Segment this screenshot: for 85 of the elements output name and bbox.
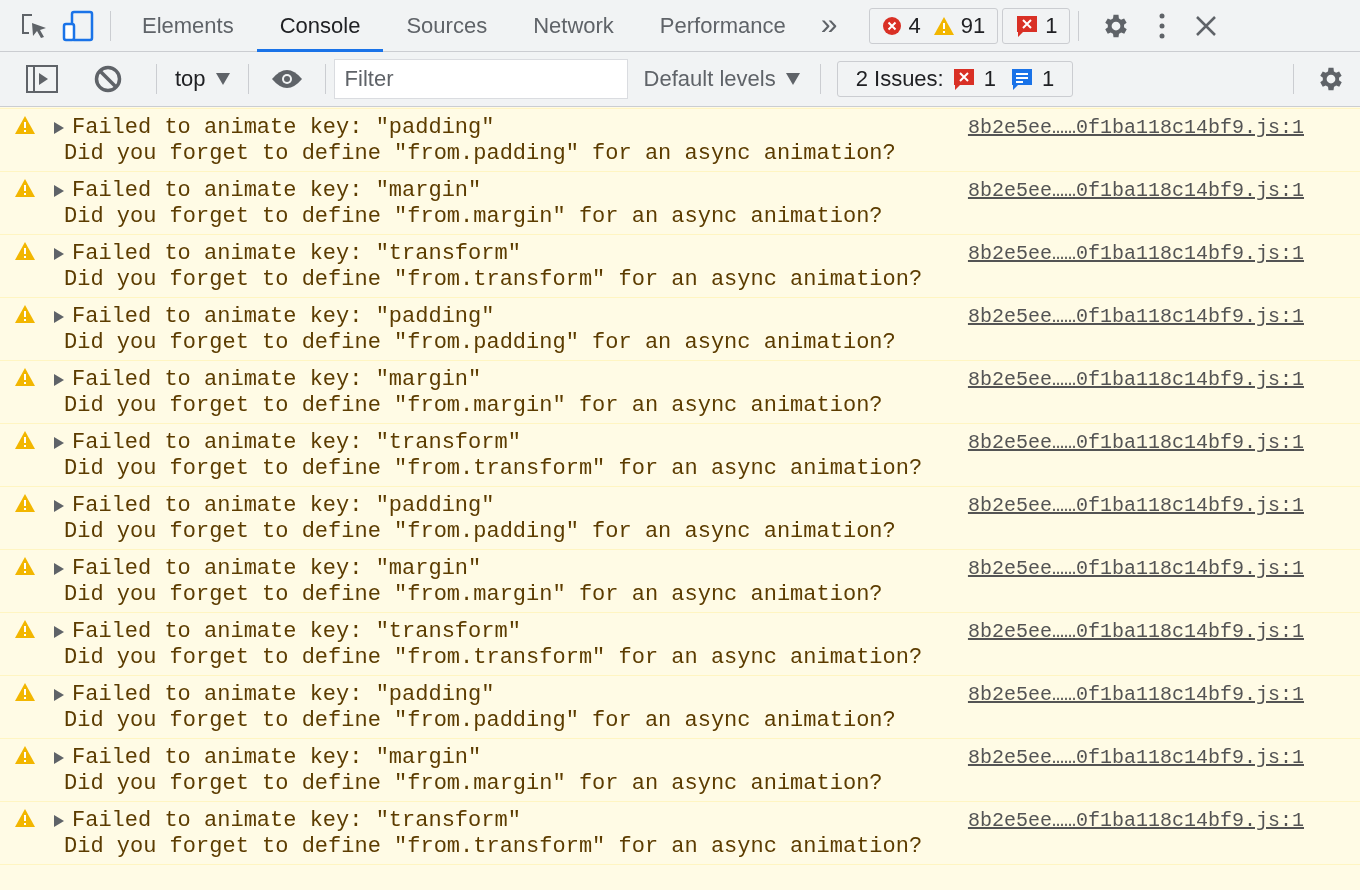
expand-triangle-icon[interactable] (54, 437, 64, 449)
panel-tab[interactable]: Performance (636, 0, 809, 52)
warning-detail: Did you forget to define "from.margin" for an async animation? (64, 582, 884, 608)
expand-triangle-icon[interactable] (54, 374, 64, 386)
warning-message: Failed to animate key: "transform" (72, 808, 521, 834)
caret-icon (215, 73, 230, 85)
error-icon (882, 15, 903, 36)
source-link[interactable]: 8b2e5ee……0f1ba118c14bf9.js:1 (967, 367, 1304, 423)
warning-message: Failed to animate key: "padding" (72, 304, 495, 330)
warning-message: Failed to animate key: "padding" (72, 493, 495, 519)
expand-triangle-icon[interactable] (54, 500, 64, 512)
warning-icon (14, 493, 36, 513)
clear-console-icon[interactable] (94, 65, 122, 93)
warning-icon (14, 808, 36, 828)
issue-error-icon (1015, 13, 1040, 38)
warning-icon (14, 682, 36, 702)
warning-detail: Did you forget to define "from.transform" for an async animation? (64, 267, 924, 293)
inspect-element-icon[interactable] (20, 11, 48, 40)
sidebar-toggle-icon[interactable] (26, 65, 58, 93)
issues-button[interactable]: 2 Issues: 1 1 (836, 61, 1074, 97)
expand-triangle-icon[interactable] (54, 248, 64, 260)
issue-info-icon (1009, 67, 1034, 91)
warning-message: Failed to animate key: "margin" (72, 556, 482, 582)
source-link[interactable]: 8b2e5ee……0f1ba118c14bf9.js:1 (967, 115, 1304, 171)
warning-icon (932, 15, 955, 36)
warning-detail: Did you forget to define "from.margin" for an async animation? (64, 204, 884, 230)
warning-detail: Did you forget to define "from.padding" for an async animation? (64, 519, 897, 545)
warning-message: Failed to animate key: "transform" (72, 241, 521, 267)
source-link[interactable]: 8b2e5ee……0f1ba118c14bf9.js:1 (967, 808, 1304, 864)
warning-detail: Did you forget to define "from.margin" for an async animation? (64, 771, 884, 797)
warning-detail: Did you forget to define "from.padding" for an async animation? (64, 141, 897, 167)
warning-icon (14, 430, 36, 450)
warning-detail: Did you forget to define "from.transform" for an async animation? (64, 645, 924, 671)
context-selector[interactable]: top (165, 66, 240, 92)
warning-icon (14, 619, 36, 639)
panel-tab[interactable]: Elements (119, 0, 257, 52)
expand-triangle-icon[interactable] (54, 311, 64, 323)
warning-detail: Did you forget to define "from.transform" for an async animation? (64, 834, 924, 860)
panel-tab[interactable]: Network (510, 0, 637, 52)
more-tabs-button[interactable]: » (808, 6, 850, 45)
warning-message: Failed to animate key: "padding" (72, 682, 495, 708)
source-link[interactable]: 8b2e5ee……0f1ba118c14bf9.js:1 (967, 493, 1304, 549)
expand-triangle-icon[interactable] (54, 563, 64, 575)
source-link[interactable]: 8b2e5ee……0f1ba118c14bf9.js:1 (967, 682, 1304, 738)
warning-message: Failed to animate key: "margin" (72, 745, 482, 771)
expand-triangle-icon[interactable] (54, 815, 64, 827)
warning-icon (14, 367, 36, 387)
warning-message: Failed to animate key: "padding" (72, 115, 495, 141)
warning-message: Failed to animate key: "margin" (72, 178, 482, 204)
live-expression-eye-icon[interactable] (270, 69, 303, 89)
source-link[interactable]: 8b2e5ee……0f1ba118c14bf9.js:1 (967, 619, 1304, 675)
source-link[interactable]: 8b2e5ee……0f1ba118c14bf9.js:1 (967, 241, 1304, 297)
source-link[interactable]: 8b2e5ee……0f1ba118c14bf9.js:1 (967, 556, 1304, 612)
warning-detail: Did you forget to define "from.transform" for an async animation? (64, 456, 924, 482)
expand-triangle-icon[interactable] (54, 122, 64, 134)
more-options-icon[interactable] (1159, 11, 1166, 40)
expand-triangle-icon[interactable] (54, 626, 64, 638)
source-link[interactable]: 8b2e5ee……0f1ba118c14bf9.js:1 (967, 178, 1304, 234)
error-warning-counter[interactable]: 4 91 (869, 7, 999, 44)
issue-error-icon (951, 67, 976, 91)
warning-icon (14, 556, 36, 576)
warning-message: Failed to animate key: "transform" (72, 619, 521, 645)
warning-detail: Did you forget to define "from.padding" for an async animation? (64, 708, 897, 734)
source-link[interactable]: 8b2e5ee……0f1ba118c14bf9.js:1 (967, 430, 1304, 486)
expand-triangle-icon[interactable] (54, 752, 64, 764)
warning-message: Failed to animate key: "transform" (72, 430, 521, 456)
warning-icon (14, 178, 36, 198)
close-icon[interactable] (1195, 14, 1218, 37)
warning-detail: Did you forget to define "from.padding" for an async animation? (64, 330, 897, 356)
expand-triangle-icon[interactable] (54, 689, 64, 701)
source-link[interactable]: 8b2e5ee……0f1ba118c14bf9.js:1 (967, 304, 1304, 360)
panel-tab[interactable]: Sources (383, 0, 511, 52)
source-link[interactable]: 8b2e5ee……0f1ba118c14bf9.js:1 (967, 745, 1304, 801)
warning-icon (14, 241, 36, 261)
warning-detail: Did you forget to define "from.margin" for an async animation? (64, 393, 884, 419)
log-levels-dropdown[interactable]: Default levels (627, 66, 812, 92)
warning-icon (14, 115, 36, 135)
warning-icon (14, 745, 36, 765)
warning-icon (14, 304, 36, 324)
device-toolbar-icon[interactable] (62, 9, 94, 42)
warning-message: Failed to animate key: "margin" (72, 367, 482, 393)
expand-triangle-icon[interactable] (54, 185, 64, 197)
caret-icon (785, 73, 800, 85)
filter-input[interactable]: Filter (333, 59, 628, 99)
issues-counter[interactable]: 1 (1002, 7, 1071, 44)
